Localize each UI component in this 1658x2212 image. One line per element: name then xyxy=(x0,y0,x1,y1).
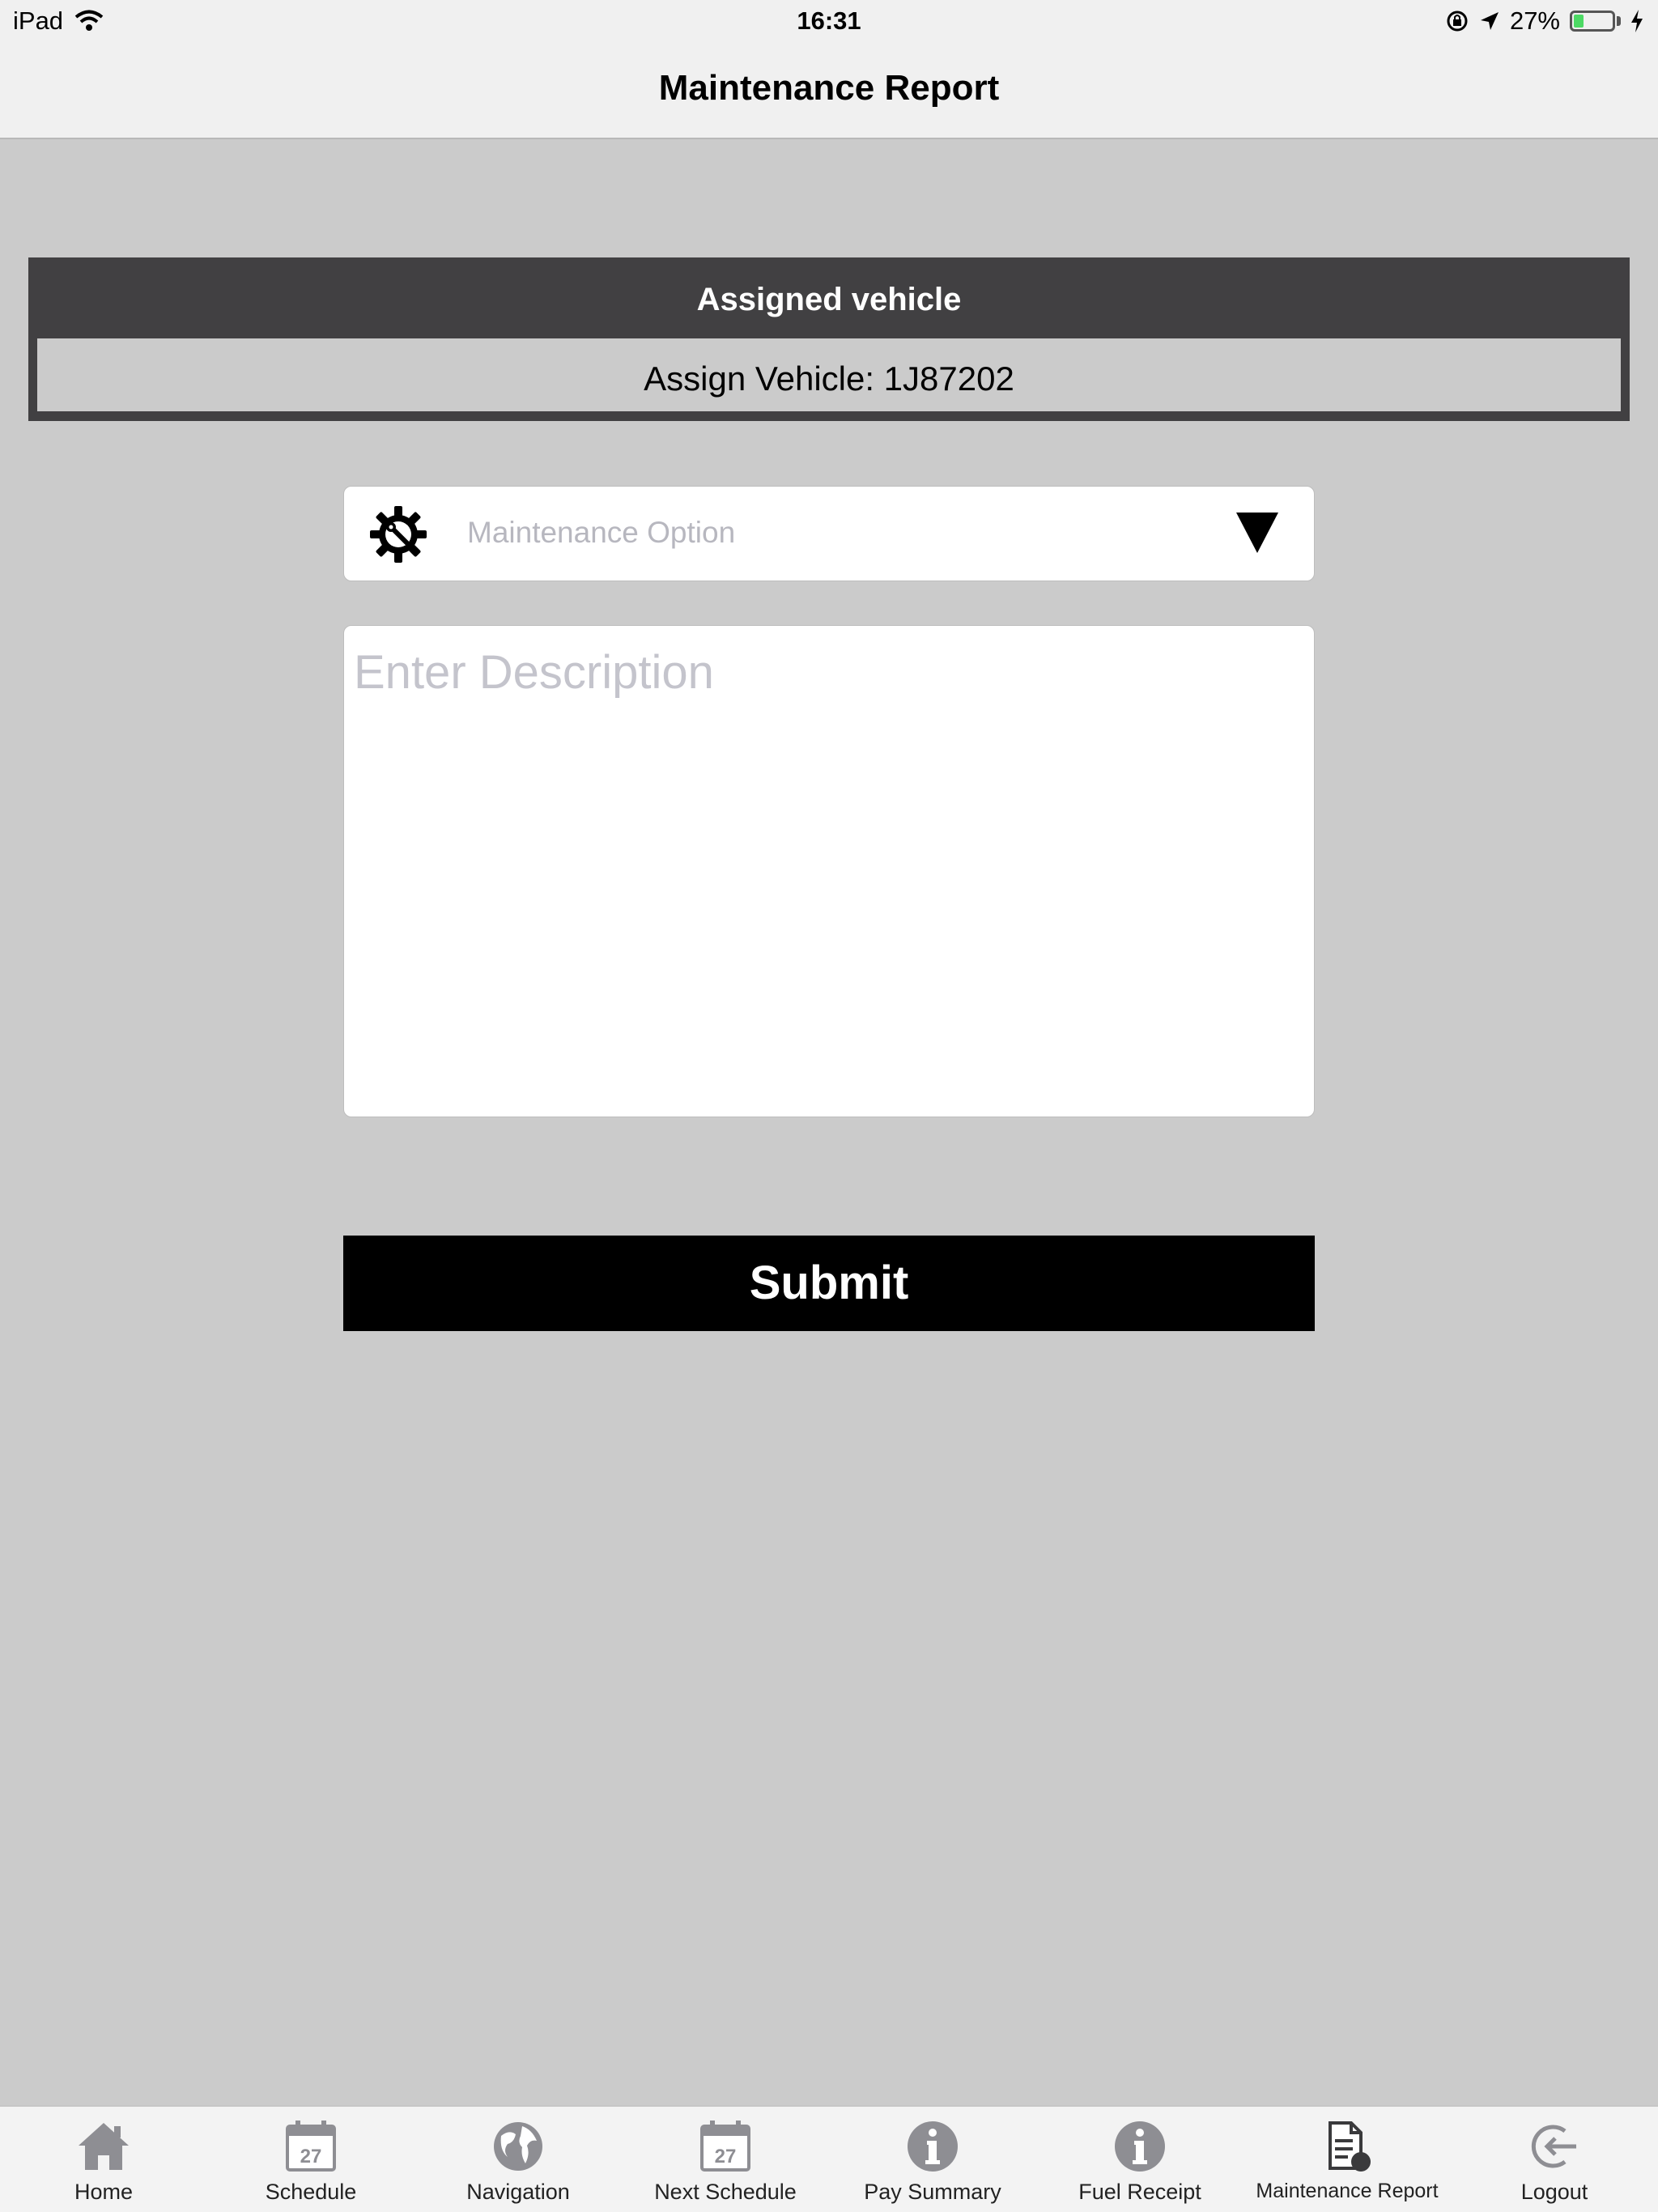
info-icon xyxy=(908,2121,958,2172)
tab-label: Fuel Receipt xyxy=(1078,2180,1201,2204)
tab-logout[interactable]: Logout xyxy=(1451,2107,1658,2212)
status-bar: iPad 16:31 27% xyxy=(0,0,1658,45)
dropdown-arrow-icon[interactable] xyxy=(1236,513,1278,553)
tab-label: Home xyxy=(74,2180,134,2204)
tab-fuel-receipt[interactable]: Fuel Receipt xyxy=(1036,2107,1244,2212)
globe-icon xyxy=(494,2122,542,2171)
battery-level xyxy=(1574,15,1584,28)
assigned-vehicle-header: Assigned vehicle xyxy=(696,282,962,317)
battery-percent: 27% xyxy=(1509,6,1560,35)
logout-icon xyxy=(1531,2125,1576,2168)
status-time: 16:31 xyxy=(797,6,861,35)
tab-pay-summary[interactable]: Pay Summary xyxy=(829,2107,1036,2212)
battery-nub xyxy=(1617,16,1621,26)
assigned-vehicle-value: Assign Vehicle: 1J87202 xyxy=(37,338,1621,411)
tab-label: Pay Summary xyxy=(864,2180,1001,2204)
tab-label: Navigation xyxy=(466,2180,570,2204)
calendar-day-text: 27 xyxy=(715,2146,737,2167)
maintenance-option-select[interactable]: Maintenance Option xyxy=(343,486,1315,581)
tab-next-schedule[interactable]: 27 Next Schedule xyxy=(622,2107,829,2212)
assigned-vehicle-panel: Assigned vehicle Assign Vehicle: 1J87202 xyxy=(28,257,1630,421)
tab-label: Next Schedule xyxy=(654,2180,797,2204)
tab-label: Schedule xyxy=(265,2180,357,2204)
location-icon xyxy=(1480,12,1499,30)
tab-label: Maintenance Report xyxy=(1256,2180,1439,2202)
calendar-icon: 27 xyxy=(286,2121,336,2172)
tab-maintenance-report[interactable]: Maintenance Report xyxy=(1244,2107,1451,2212)
tab-schedule[interactable]: 27 Schedule xyxy=(207,2107,414,2212)
charging-icon xyxy=(1631,10,1643,32)
maintenance-option-placeholder: Maintenance Option xyxy=(467,516,736,549)
calendar-icon: 27 xyxy=(700,2121,750,2172)
calendar-day-text: 27 xyxy=(300,2146,322,2167)
tab-navigation[interactable]: Navigation xyxy=(414,2107,622,2212)
submit-button[interactable]: Submit xyxy=(343,1236,1315,1331)
rotation-lock-icon xyxy=(1447,11,1468,32)
tab-label: Logout xyxy=(1520,2180,1588,2204)
status-right: 27% xyxy=(1445,6,1643,36)
gear-wrench-icon xyxy=(370,506,427,563)
tab-home[interactable]: Home xyxy=(0,2107,207,2212)
nav-bar: Maintenance Report xyxy=(0,45,1658,139)
page-title: Maintenance Report xyxy=(658,68,1000,108)
home-icon xyxy=(79,2123,129,2170)
description-textarea[interactable]: Enter Description xyxy=(343,625,1315,1117)
description-placeholder: Enter Description xyxy=(354,646,714,699)
tab-bar: Home 27 Schedule Navigation 27 Next Sche… xyxy=(0,2105,1658,2212)
report-icon xyxy=(1329,2121,1371,2172)
battery-icon xyxy=(1570,11,1615,32)
info-icon xyxy=(1115,2121,1165,2172)
